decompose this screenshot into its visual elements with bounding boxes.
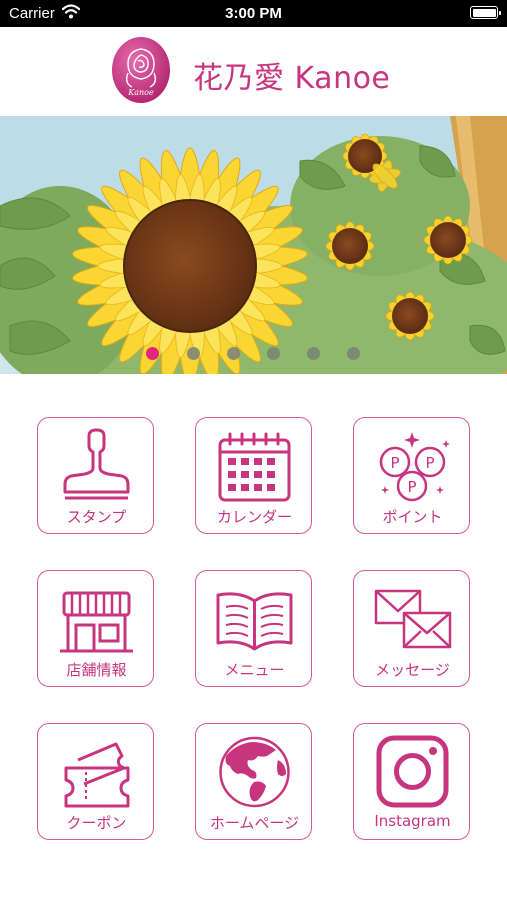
coupon-icon	[38, 734, 155, 814]
carousel-dot-2[interactable]	[187, 347, 200, 360]
stamp-icon	[38, 428, 155, 508]
svg-text:P: P	[425, 454, 434, 472]
carousel-dot-5[interactable]	[307, 347, 320, 360]
app-header: Kanoe 花乃愛 Kanoe	[0, 27, 507, 116]
svg-text:P: P	[407, 478, 416, 496]
logo-text: Kanoe	[127, 88, 154, 97]
menu-store-info-button[interactable]: 店舗情報	[37, 570, 154, 687]
points-icon: P P P	[354, 428, 471, 508]
menu-instagram-button[interactable]: Instagram	[353, 723, 470, 840]
carousel-dot-3[interactable]	[227, 347, 240, 360]
status-bar: Carrier 3:00 PM	[0, 0, 507, 27]
svg-text:P: P	[390, 454, 399, 472]
menu-menu-label: メニュー	[224, 661, 285, 679]
carousel-dot-4[interactable]	[267, 347, 280, 360]
menu-points-button[interactable]: P P P ポイント	[353, 417, 470, 534]
menu-calendar-button[interactable]: カレンダー	[195, 417, 312, 534]
menu-instagram-label: Instagram	[374, 812, 451, 830]
menu-grid: スタンプ カレンダー P P P ポイント 店舗情報 メニュー メッセージ クー…	[0, 374, 507, 900]
hero-carousel[interactable]	[0, 116, 507, 374]
menu-calendar-label: カレンダー	[216, 508, 292, 526]
carousel-dot-1[interactable]	[146, 347, 159, 360]
envelope-icon	[354, 581, 471, 661]
menu-coupon-button[interactable]: クーポン	[37, 723, 154, 840]
book-icon	[196, 581, 313, 661]
calendar-icon	[196, 428, 313, 508]
sunflower-image	[0, 116, 507, 374]
carousel-indicator	[0, 347, 507, 361]
battery-icon	[470, 6, 501, 19]
menu-coupon-label: クーポン	[66, 814, 127, 832]
menu-menu-button[interactable]: メニュー	[195, 570, 312, 687]
menu-stamp-button[interactable]: スタンプ	[37, 417, 154, 534]
menu-store-info-label: 店舗情報	[66, 661, 127, 679]
status-time: 3:00 PM	[225, 5, 282, 22]
menu-message-label: メッセージ	[375, 661, 450, 679]
rose-logo-icon: Kanoe	[110, 35, 172, 105]
menu-homepage-button[interactable]: ホームページ	[195, 723, 312, 840]
instagram-icon	[354, 734, 471, 814]
menu-points-label: ポイント	[382, 508, 443, 526]
menu-homepage-label: ホームページ	[209, 814, 300, 832]
carousel-dot-6[interactable]	[347, 347, 360, 360]
globe-icon	[196, 734, 313, 814]
app-title: 花乃愛 Kanoe	[193, 61, 391, 96]
menu-message-button[interactable]: メッセージ	[353, 570, 470, 687]
store-icon	[38, 581, 155, 661]
menu-stamp-label: スタンプ	[66, 508, 127, 526]
